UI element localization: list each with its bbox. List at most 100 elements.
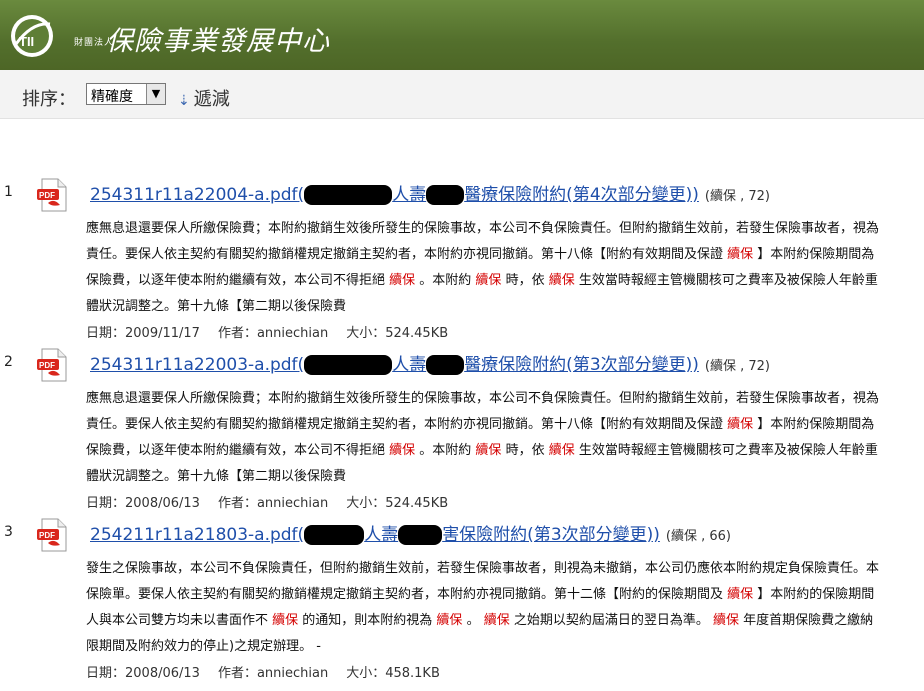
snippet-text: 限期間及附約效力的停止)之規定辦理。 - bbox=[86, 639, 321, 654]
keyword-highlight: 續保 bbox=[727, 587, 754, 602]
result-date: 日期：2008/06/13 bbox=[86, 496, 200, 511]
sort-label: 排序： bbox=[22, 89, 76, 110]
keyword-highlight: 續保 bbox=[272, 613, 299, 628]
snippet-text: 】本附約的保險期間 bbox=[753, 587, 875, 602]
pdf-file-icon[interactable]: PDF bbox=[36, 178, 70, 212]
snippet-text: 應無息退還要保人所繳保險費；本附約撤銷生效後所發生的保險事故，本公司不負保險責任… bbox=[86, 221, 880, 236]
result-keyword-count: (續保 , 72) bbox=[704, 359, 770, 374]
snippet-text: 保險費，以逐年使本附約繼續有效，本公司不得拒絕 bbox=[86, 443, 390, 458]
result-title-link[interactable]: 害保險附約(第3次部分變更)) bbox=[442, 525, 660, 545]
snippet-text: 時，依 bbox=[501, 443, 549, 458]
result-title[interactable]: 254311r11a22003-a.pdf( 人壽 醫療保險附約(第3次部分變更))… bbox=[90, 350, 770, 375]
result-info: 日期：2008/06/13 作者：anniechian 大小：458.1KB bbox=[86, 662, 458, 681]
svg-text:PDF: PDF bbox=[39, 531, 55, 540]
result-title-link[interactable]: 人壽 bbox=[392, 185, 426, 205]
svg-text:PDF: PDF bbox=[39, 361, 55, 370]
result-size: 大小：458.1KB bbox=[346, 666, 440, 681]
result-title-link[interactable]: ( bbox=[298, 355, 305, 375]
keyword-highlight: 續保 bbox=[548, 443, 575, 458]
snippet-text: 時，依 bbox=[501, 273, 549, 288]
result-filename-link[interactable]: 254311r11a22003-a.pdf bbox=[90, 355, 298, 375]
keyword-highlight: 續保 bbox=[727, 417, 754, 432]
redaction-mark bbox=[304, 525, 365, 545]
keyword-highlight: 續保 bbox=[389, 273, 416, 288]
redaction-mark bbox=[304, 185, 393, 205]
result-title[interactable]: 254311r11a22004-a.pdf( 人壽 醫療保險附約(第4次部分變更))… bbox=[90, 180, 770, 205]
result-author: 作者：anniechian bbox=[217, 326, 329, 341]
site-brand[interactable]: 財團法人保險事業發展中心 bbox=[74, 19, 330, 58]
org-prefix: 財團法人 bbox=[74, 37, 115, 48]
snippet-line: 體狀況調整之。第十九條【第二期以後保險費 bbox=[86, 464, 924, 490]
result-date: 日期：2009/11/17 bbox=[86, 326, 200, 341]
pdf-file-icon[interactable]: PDF bbox=[36, 348, 70, 382]
snippet-line: 保險費，以逐年使本附約繼續有效，本公司不得拒絕 續保 。本附約 續保 時，依 續… bbox=[86, 268, 924, 294]
result-title[interactable]: 254211r11a21803-a.pdf( 人壽 害保險附約(第3次部分變更)) (… bbox=[90, 520, 731, 545]
snippet-text: 保險費，以逐年使本附約繼續有效，本公司不得拒絕 bbox=[86, 273, 390, 288]
keyword-highlight: 續保 bbox=[548, 273, 575, 288]
snippet-line: 應無息退還要保人所繳保險費；本附約撤銷生效後所發生的保險事故，本公司不負保險責任… bbox=[86, 216, 924, 242]
result-date: 日期：2008/06/13 bbox=[86, 666, 200, 681]
result-title-link[interactable]: ( bbox=[298, 525, 305, 545]
snippet-line: 責任。要保人依主契約有關契約撤銷權規定撤銷主契約者，本附約亦視同撤銷。第十八條【… bbox=[86, 412, 924, 438]
snippet-text: 】本附約保險期間為 bbox=[753, 247, 875, 262]
result-size: 大小：524.45KB bbox=[346, 496, 449, 511]
result-info: 日期：2009/11/17 作者：anniechian 大小：524.45KB bbox=[86, 322, 466, 341]
sort-select-value: 精確度 bbox=[91, 89, 133, 105]
result-title-link[interactable]: 人壽 bbox=[364, 525, 398, 545]
result-author: 作者：anniechian bbox=[217, 666, 329, 681]
result-title-link[interactable]: ( bbox=[298, 185, 305, 205]
snippet-text: 應無息退還要保人所繳保險費；本附約撤銷生效後所發生的保險事故，本公司不負保險責任… bbox=[86, 391, 880, 406]
snippet-text: 生效當時報經主管機關核可之費率及被保險人年齡重 bbox=[574, 273, 878, 288]
keyword-highlight: 續保 bbox=[727, 247, 754, 262]
result-snippet: 應無息退還要保人所繳保險費；本附約撤銷生效後所發生的保險事故，本公司不負保險責任… bbox=[86, 216, 924, 320]
snippet-text: 。本附約 bbox=[415, 443, 476, 458]
result-title-link[interactable]: 醫療保險附約(第3次部分變更)) bbox=[464, 355, 699, 375]
snippet-text: 責任。要保人依主契約有關契約撤銷權規定撤銷主契約者，本附約亦視同撤銷。第十八條【… bbox=[86, 417, 728, 432]
org-name: 保險事業發展中心 bbox=[106, 26, 330, 57]
result-filename-link[interactable]: 254211r11a21803-a.pdf bbox=[90, 525, 298, 545]
keyword-highlight: 續保 bbox=[483, 613, 510, 628]
snippet-line: 人與本公司雙方均未以書面作不 續保 的通知，則本附約視為 續保 。 續保 之始期… bbox=[86, 608, 924, 634]
snippet-text: 體狀況調整之。第十九條【第二期以後保險費 bbox=[86, 299, 347, 314]
result-size: 大小：524.45KB bbox=[346, 326, 449, 341]
sort-order-toggle[interactable]: ⇣ 遞減 bbox=[178, 85, 230, 111]
pdf-file-icon[interactable]: PDF bbox=[36, 518, 70, 552]
result-filename-link[interactable]: 254311r11a22004-a.pdf bbox=[90, 185, 298, 205]
keyword-highlight: 續保 bbox=[475, 443, 502, 458]
snippet-text: 人與本公司雙方均未以書面作不 bbox=[86, 613, 273, 628]
result-info: 日期：2008/06/13 作者：anniechian 大小：524.45KB bbox=[86, 492, 466, 511]
snippet-line: 應無息退還要保人所繳保險費；本附約撤銷生效後所發生的保險事故，本公司不負保險責任… bbox=[86, 386, 924, 412]
result-author: 作者：anniechian bbox=[217, 496, 329, 511]
snippet-text: 之始期以契約屆滿日的翌日為準。 bbox=[509, 613, 713, 628]
snippet-text: 年度首期保險費之繳納 bbox=[739, 613, 874, 628]
sort-toolbar: 排序： 精確度 ▼ ⇣ 遞減 bbox=[0, 70, 924, 119]
snippet-line: 發生之保險事故，本公司不負保險責任，但附約撤銷生效前，若發生保險事故者，則視為未… bbox=[86, 556, 924, 582]
snippet-text: 】本附約保險期間為 bbox=[753, 417, 875, 432]
result-keyword-count: (續保 , 66) bbox=[665, 529, 731, 544]
svg-text:PDF: PDF bbox=[39, 191, 55, 200]
snippet-line: 責任。要保人依主契約有關契約撤銷權規定撤銷主契約者，本附約亦視同撤銷。第十八條【… bbox=[86, 242, 924, 268]
sort-select[interactable]: 精確度 ▼ bbox=[86, 83, 166, 105]
result-keyword-count: (續保 , 72) bbox=[704, 189, 770, 204]
result-title-link[interactable]: 人壽 bbox=[392, 355, 426, 375]
keyword-highlight: 續保 bbox=[712, 613, 739, 628]
result-title-link[interactable]: 醫療保險附約(第4次部分變更)) bbox=[464, 185, 699, 205]
sort-order-label: 遞減 bbox=[193, 89, 230, 110]
snippet-text: 保險單。要保人依主契約有關契約撤銷權規定撤銷主契約者，本附約亦視同撤銷。第十二條… bbox=[86, 587, 728, 602]
chevron-down-icon[interactable]: ▼ bbox=[146, 84, 165, 104]
keyword-highlight: 續保 bbox=[436, 613, 463, 628]
site-header: TII 財團法人保險事業發展中心 bbox=[0, 0, 924, 70]
snippet-text: 發生之保險事故，本公司不負保險責任，但附約撤銷生效前，若發生保險事故者，則視為未… bbox=[86, 561, 880, 576]
result-snippet: 應無息退還要保人所繳保險費；本附約撤銷生效後所發生的保險事故，本公司不負保險責任… bbox=[86, 386, 924, 490]
snippet-text: 體狀況調整之。第十九條【第二期以後保險費 bbox=[86, 469, 347, 484]
result-index: 3 bbox=[4, 524, 13, 540]
redaction-mark bbox=[426, 355, 465, 375]
snippet-line: 保險費，以逐年使本附約繼續有效，本公司不得拒絕 續保 。本附約 續保 時，依 續… bbox=[86, 438, 924, 464]
snippet-text: 責任。要保人依主契約有關契約撤銷權規定撤銷主契約者，本附約亦視同撤銷。第十八條【… bbox=[86, 247, 728, 262]
snippet-text: 。 bbox=[462, 613, 484, 628]
result-snippet: 發生之保險事故，本公司不負保險責任，但附約撤銷生效前，若發生保險事故者，則視為未… bbox=[86, 556, 924, 660]
redaction-mark bbox=[398, 525, 443, 545]
snippet-text: 。本附約 bbox=[415, 273, 476, 288]
tii-logo-icon[interactable]: TII bbox=[10, 14, 54, 58]
snippet-line: 保險單。要保人依主契約有關契約撤銷權規定撤銷主契約者，本附約亦視同撤銷。第十二條… bbox=[86, 582, 924, 608]
